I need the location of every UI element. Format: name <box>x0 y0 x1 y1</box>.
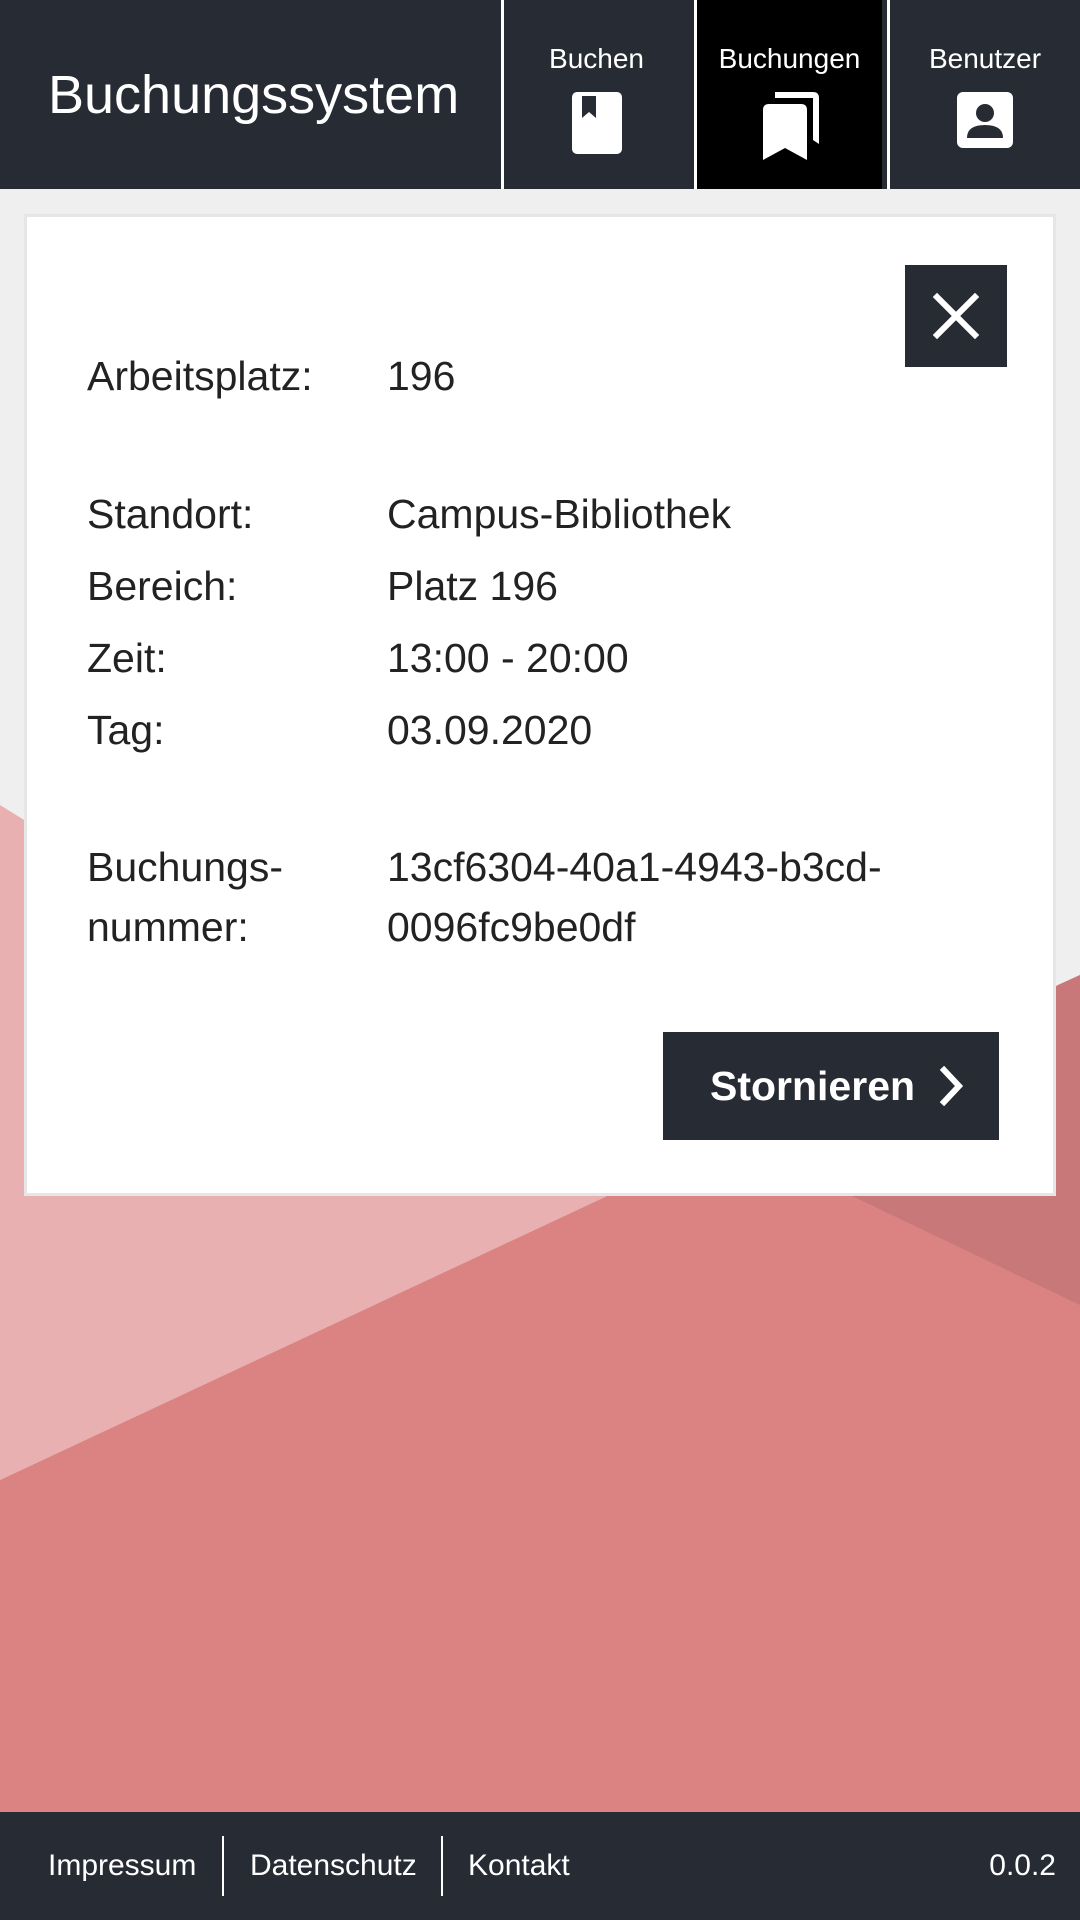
tab-buchungen-label: Buchungen <box>718 43 861 74</box>
tab-benutzer[interactable]: Benutzer <box>887 0 1080 189</box>
workplace-label: Arbeitsplatz: <box>87 353 313 399</box>
booking-number-value-line1: 13cf6304-40a1-4943-b3cd- <box>387 844 882 890</box>
footer-link-datenschutz[interactable]: Datenschutz <box>250 1812 417 1920</box>
time-value: 13:00 - 20:00 <box>387 635 629 681</box>
booking-number-label-line2: nummer: <box>87 904 249 950</box>
app-title: Buchungssystem <box>48 65 460 125</box>
workplace-value: 196 <box>387 353 456 399</box>
chevron-right-icon <box>939 1065 965 1111</box>
day-value: 03.09.2020 <box>387 707 593 753</box>
booking-number-label-line1: Buchungs- <box>87 844 284 890</box>
tab-benutzer-label: Benutzer <box>928 43 1042 74</box>
tab-buchungen[interactable]: Buchungen <box>694 0 882 189</box>
close-button[interactable] <box>905 265 1007 367</box>
location-value: Campus-Bibliothek <box>387 491 732 537</box>
tab-buchen[interactable]: Buchen <box>501 0 689 189</box>
app-header: Buchungssystem Buchen Buchungen Benutzer <box>0 0 1080 189</box>
footer-divider <box>441 1836 443 1896</box>
cancel-booking-button[interactable]: Stornieren <box>663 1032 999 1140</box>
footer-link-kontakt[interactable]: Kontakt <box>468 1812 570 1920</box>
bookmarks-icon <box>761 92 819 165</box>
area-value: Platz 196 <box>387 563 558 609</box>
app-version: 0.0.2 <box>989 1849 1056 1882</box>
time-label: Zeit: <box>87 635 167 681</box>
footer-divider <box>222 1836 224 1896</box>
day-label: Tag: <box>87 707 165 753</box>
user-icon <box>957 92 1013 153</box>
area-label: Bereich: <box>87 563 238 609</box>
booking-detail-card: Arbeitsplatz: 196 Standort: Campus-Bibli… <box>24 214 1056 1196</box>
cancel-booking-label: Stornieren <box>710 1063 916 1109</box>
close-icon <box>933 293 979 339</box>
app-footer: Impressum Datenschutz Kontakt 0.0.2 <box>0 1812 1080 1920</box>
book-icon <box>571 92 622 159</box>
footer-link-impressum[interactable]: Impressum <box>48 1812 196 1920</box>
tab-buchen-label: Buchen <box>549 43 644 74</box>
location-label: Standort: <box>87 491 254 537</box>
booking-number-value-line2: 0096fc9be0df <box>387 904 636 950</box>
